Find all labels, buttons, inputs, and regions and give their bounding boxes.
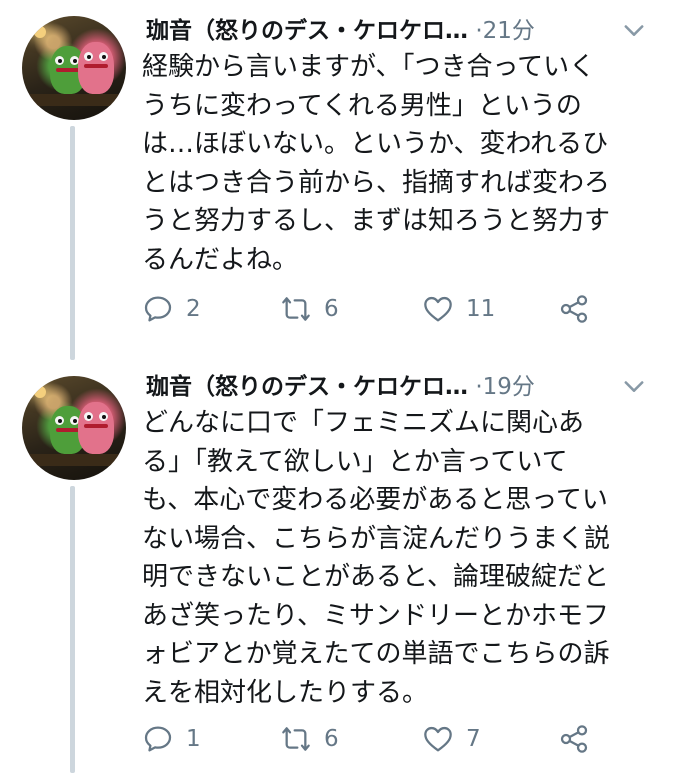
reply-icon xyxy=(144,726,172,752)
tweet-actions: 2 6 11 xyxy=(142,292,612,326)
lamp-glow xyxy=(34,26,46,38)
like-button[interactable]: 11 xyxy=(422,292,495,326)
reply-count: 1 xyxy=(186,726,201,752)
timestamp[interactable]: 19分 xyxy=(483,374,535,400)
table-edge xyxy=(22,454,126,466)
avatar[interactable] xyxy=(22,376,126,480)
share-button[interactable] xyxy=(558,722,590,756)
thread-connector-line xyxy=(70,126,75,360)
tweet-text: 経験から言いますが、「つき合っていく うちに変わってくれる男性」というの は…ほ… xyxy=(142,52,611,275)
like-count: 11 xyxy=(466,296,496,322)
thread-connector-line xyxy=(70,486,75,773)
tweet-header: 珈音（怒りのデス・ケロケロ… ·19分 xyxy=(146,370,666,404)
share-icon xyxy=(560,725,588,753)
retweet-count: 6 xyxy=(324,726,339,752)
chevron-down-icon[interactable] xyxy=(620,16,648,44)
like-count: 7 xyxy=(466,726,481,752)
timestamp[interactable]: 21分 xyxy=(483,18,535,44)
tweet-text: どんなに口で「フェミニズムに関心あ る」「教えて欲しい」とか言っていて も、本心… xyxy=(142,408,611,708)
retweet-icon xyxy=(282,297,310,321)
retweet-icon xyxy=(282,727,310,751)
retweet-button[interactable]: 6 xyxy=(280,722,339,756)
pink-frog-figure xyxy=(78,42,114,94)
pink-frog-figure xyxy=(78,402,114,454)
lamp-glow xyxy=(34,386,46,398)
reply-icon xyxy=(144,296,172,322)
tweet-header: 珈音（怒りのデス・ケロケロ… ·21分 xyxy=(146,14,666,48)
reply-button[interactable]: 2 xyxy=(142,292,201,326)
chevron-down-icon[interactable] xyxy=(620,372,648,400)
share-icon xyxy=(560,295,588,323)
tweet: 珈音（怒りのデス・ケロケロ… ·21分 経験から言いますが、「つき合っていく う… xyxy=(0,0,680,360)
separator-dot: · xyxy=(475,374,483,400)
reply-count: 2 xyxy=(186,296,201,322)
like-button[interactable]: 7 xyxy=(422,722,481,756)
tweet: 珈音（怒りのデス・ケロケロ… ·19分 どんなに口で「フェミニズムに関心あ る」… xyxy=(0,360,680,773)
reply-button[interactable]: 1 xyxy=(142,722,201,756)
share-button[interactable] xyxy=(558,292,590,326)
like-icon xyxy=(424,726,452,752)
retweet-button[interactable]: 6 xyxy=(280,292,339,326)
display-name[interactable]: 珈音（怒りのデス・ケロケロ… xyxy=(146,18,468,44)
tweet-actions: 1 6 7 xyxy=(142,722,612,756)
retweet-count: 6 xyxy=(324,296,339,322)
like-icon xyxy=(424,296,452,322)
separator-dot: · xyxy=(475,18,483,44)
display-name[interactable]: 珈音（怒りのデス・ケロケロ… xyxy=(146,374,468,400)
table-edge xyxy=(22,94,126,106)
avatar[interactable] xyxy=(22,16,126,120)
